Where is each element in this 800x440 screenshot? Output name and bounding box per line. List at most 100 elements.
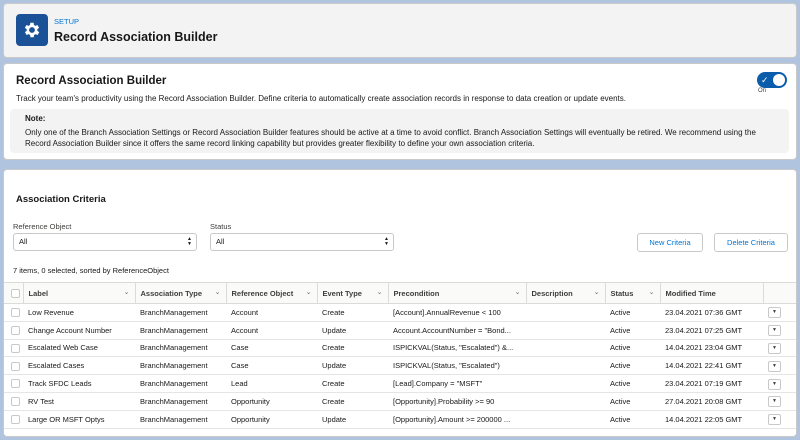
row-actions-menu-icon[interactable]: ▼ bbox=[768, 414, 781, 426]
cell-description bbox=[526, 356, 605, 376]
column-header-status[interactable]: Status ⌄ bbox=[604, 282, 660, 304]
cell-event-type: Update bbox=[317, 356, 388, 376]
note-box: Note: Only one of the Branch Association… bbox=[10, 109, 789, 153]
row-actions-menu-icon[interactable]: ▼ bbox=[768, 396, 781, 408]
cell-event-type: Create bbox=[317, 374, 388, 393]
column-header-label[interactable]: Label ⌄ bbox=[22, 282, 135, 304]
column-header-actions bbox=[762, 282, 796, 304]
cell-association-type: BranchManagement bbox=[135, 339, 226, 358]
cell-label: Track SFDC Leads bbox=[23, 374, 135, 393]
cell-modified-time: 27.04.2021 20:08 GMT bbox=[660, 392, 763, 411]
row-actions-cell: ▼ bbox=[763, 392, 796, 411]
row-select-cell bbox=[4, 392, 23, 411]
chevron-down-icon[interactable]: ⌄ bbox=[124, 288, 130, 296]
column-header-event-type[interactable]: Event Type ⌄ bbox=[316, 282, 388, 304]
row-actions-menu-icon[interactable]: ▼ bbox=[768, 325, 781, 337]
cell-status: Active bbox=[605, 321, 660, 340]
sort-arrows-icon: ▲ ▼ bbox=[187, 236, 192, 247]
cell-precondition: [Opportunity].Amount >= 200000 ... bbox=[388, 410, 526, 429]
cell-description bbox=[526, 339, 605, 358]
row-select-cell bbox=[4, 356, 23, 376]
cell-description bbox=[526, 321, 605, 340]
row-actions-cell: ▼ bbox=[763, 374, 796, 393]
row-actions-menu-icon[interactable]: ▼ bbox=[768, 360, 781, 372]
cell-precondition: ISPICKVAL(Status, "Escalated") &... bbox=[388, 339, 526, 358]
row-actions-menu-icon[interactable]: ▼ bbox=[768, 378, 781, 390]
table-row[interactable]: Large OR MSFT Optys BranchManagement Oppor… bbox=[4, 410, 796, 429]
cell-modified-time: 14.04.2021 22:05 GMT bbox=[660, 410, 763, 429]
cell-event-type: Create bbox=[317, 339, 388, 358]
column-header-description[interactable]: Description ⌄ bbox=[525, 282, 605, 304]
row-actions-menu-icon[interactable]: ▼ bbox=[768, 307, 781, 319]
table-row[interactable]: Low Revenue BranchManagement Account Create… bbox=[4, 303, 796, 322]
column-header-modified-time[interactable]: Modified Time bbox=[659, 282, 763, 304]
chevron-down-icon[interactable]: ⌄ bbox=[515, 288, 521, 296]
cell-reference-object: Account bbox=[226, 321, 317, 340]
chevron-down-icon[interactable]: ⌄ bbox=[649, 288, 655, 296]
reference-object-value: All bbox=[19, 237, 28, 246]
cell-label: RV Test bbox=[23, 392, 135, 411]
column-title: Modified Time bbox=[665, 288, 716, 298]
select-all-checkbox[interactable] bbox=[11, 288, 20, 298]
cell-precondition: [Lead].Company = "MSFT" bbox=[388, 374, 526, 393]
cell-reference-object: Case bbox=[226, 356, 317, 376]
cell-status: Active bbox=[605, 392, 660, 411]
toggle-knob bbox=[773, 74, 785, 86]
table-row[interactable]: Track SFDC Leads BranchManagement Lead Crea… bbox=[4, 374, 796, 393]
column-title: Precondition bbox=[393, 288, 440, 298]
table-row[interactable]: Change Account Number BranchManagement Acc… bbox=[4, 321, 796, 340]
cell-reference-object: Opportunity bbox=[226, 392, 317, 411]
new-criteria-button[interactable]: New Criteria bbox=[637, 233, 703, 252]
cell-description bbox=[526, 303, 605, 322]
column-header-association-type[interactable]: Association Type ⌄ bbox=[134, 282, 226, 304]
row-actions-menu-icon[interactable]: ▼ bbox=[768, 342, 781, 354]
table-row[interactable]: Escalated Web Case BranchManagement Case Cr… bbox=[4, 339, 796, 358]
cell-association-type: BranchManagement bbox=[135, 356, 226, 376]
section-description: Track your team's productivity using the… bbox=[16, 94, 626, 103]
row-actions-cell: ▼ bbox=[763, 339, 796, 358]
cell-modified-time: 14.04.2021 22:41 GMT bbox=[660, 356, 763, 376]
row-checkbox[interactable] bbox=[11, 361, 20, 371]
column-header-precondition[interactable]: Precondition ⌄ bbox=[387, 282, 526, 304]
row-checkbox[interactable] bbox=[11, 414, 20, 424]
table-row[interactable]: RV Test BranchManagement Opportunity Create… bbox=[4, 392, 796, 411]
row-actions-cell: ▼ bbox=[763, 321, 796, 340]
cell-reference-object: Account bbox=[226, 303, 317, 322]
row-select-cell bbox=[4, 374, 23, 393]
column-header-reference-object[interactable]: Reference Object ⌄ bbox=[225, 282, 317, 304]
note-title: Note: bbox=[25, 114, 46, 123]
row-checkbox[interactable] bbox=[11, 308, 20, 318]
row-checkbox[interactable] bbox=[11, 379, 20, 389]
table-summary: 7 items, 0 selected, sorted by Reference… bbox=[13, 266, 169, 275]
breadcrumb: SETUP bbox=[54, 17, 80, 26]
row-actions-cell: ▼ bbox=[763, 410, 796, 429]
column-title: Event Type bbox=[322, 288, 362, 298]
chevron-down-icon[interactable]: ⌄ bbox=[594, 288, 600, 296]
cell-status: Active bbox=[605, 410, 660, 429]
cell-description bbox=[526, 410, 605, 429]
cell-modified-time: 23.04.2021 07:25 GMT bbox=[660, 321, 763, 340]
note-text: Only one of the Branch Association Setti… bbox=[25, 128, 756, 148]
row-checkbox[interactable] bbox=[11, 325, 20, 335]
column-title: Label bbox=[28, 288, 49, 298]
cell-reference-object: Opportunity bbox=[226, 410, 317, 429]
cell-label: Change Account Number bbox=[23, 321, 135, 340]
delete-criteria-button[interactable]: Delete Criteria bbox=[714, 233, 788, 252]
row-actions-cell: ▼ bbox=[763, 356, 796, 376]
row-select-cell bbox=[4, 321, 23, 340]
cell-description bbox=[526, 392, 605, 411]
chevron-down-icon[interactable]: ⌄ bbox=[306, 288, 312, 296]
cell-status: Active bbox=[605, 303, 660, 322]
status-select[interactable]: All ▲ ▼ bbox=[210, 233, 394, 251]
cell-event-type: Update bbox=[317, 410, 388, 429]
status-label: Status bbox=[210, 222, 232, 231]
table-row[interactable]: Escalated Cases BranchManagement Case Updat… bbox=[4, 356, 796, 376]
cell-modified-time: 23.04.2021 07:19 GMT bbox=[660, 374, 763, 393]
row-checkbox[interactable] bbox=[11, 397, 20, 407]
chevron-down-icon[interactable]: ⌄ bbox=[377, 288, 383, 296]
reference-object-select[interactable]: All ▲ ▼ bbox=[13, 233, 197, 251]
row-checkbox[interactable] bbox=[11, 343, 20, 353]
enable-toggle[interactable]: ✓ bbox=[757, 72, 787, 88]
chevron-down-icon[interactable]: ⌄ bbox=[215, 288, 221, 296]
gear-icon bbox=[16, 14, 48, 46]
